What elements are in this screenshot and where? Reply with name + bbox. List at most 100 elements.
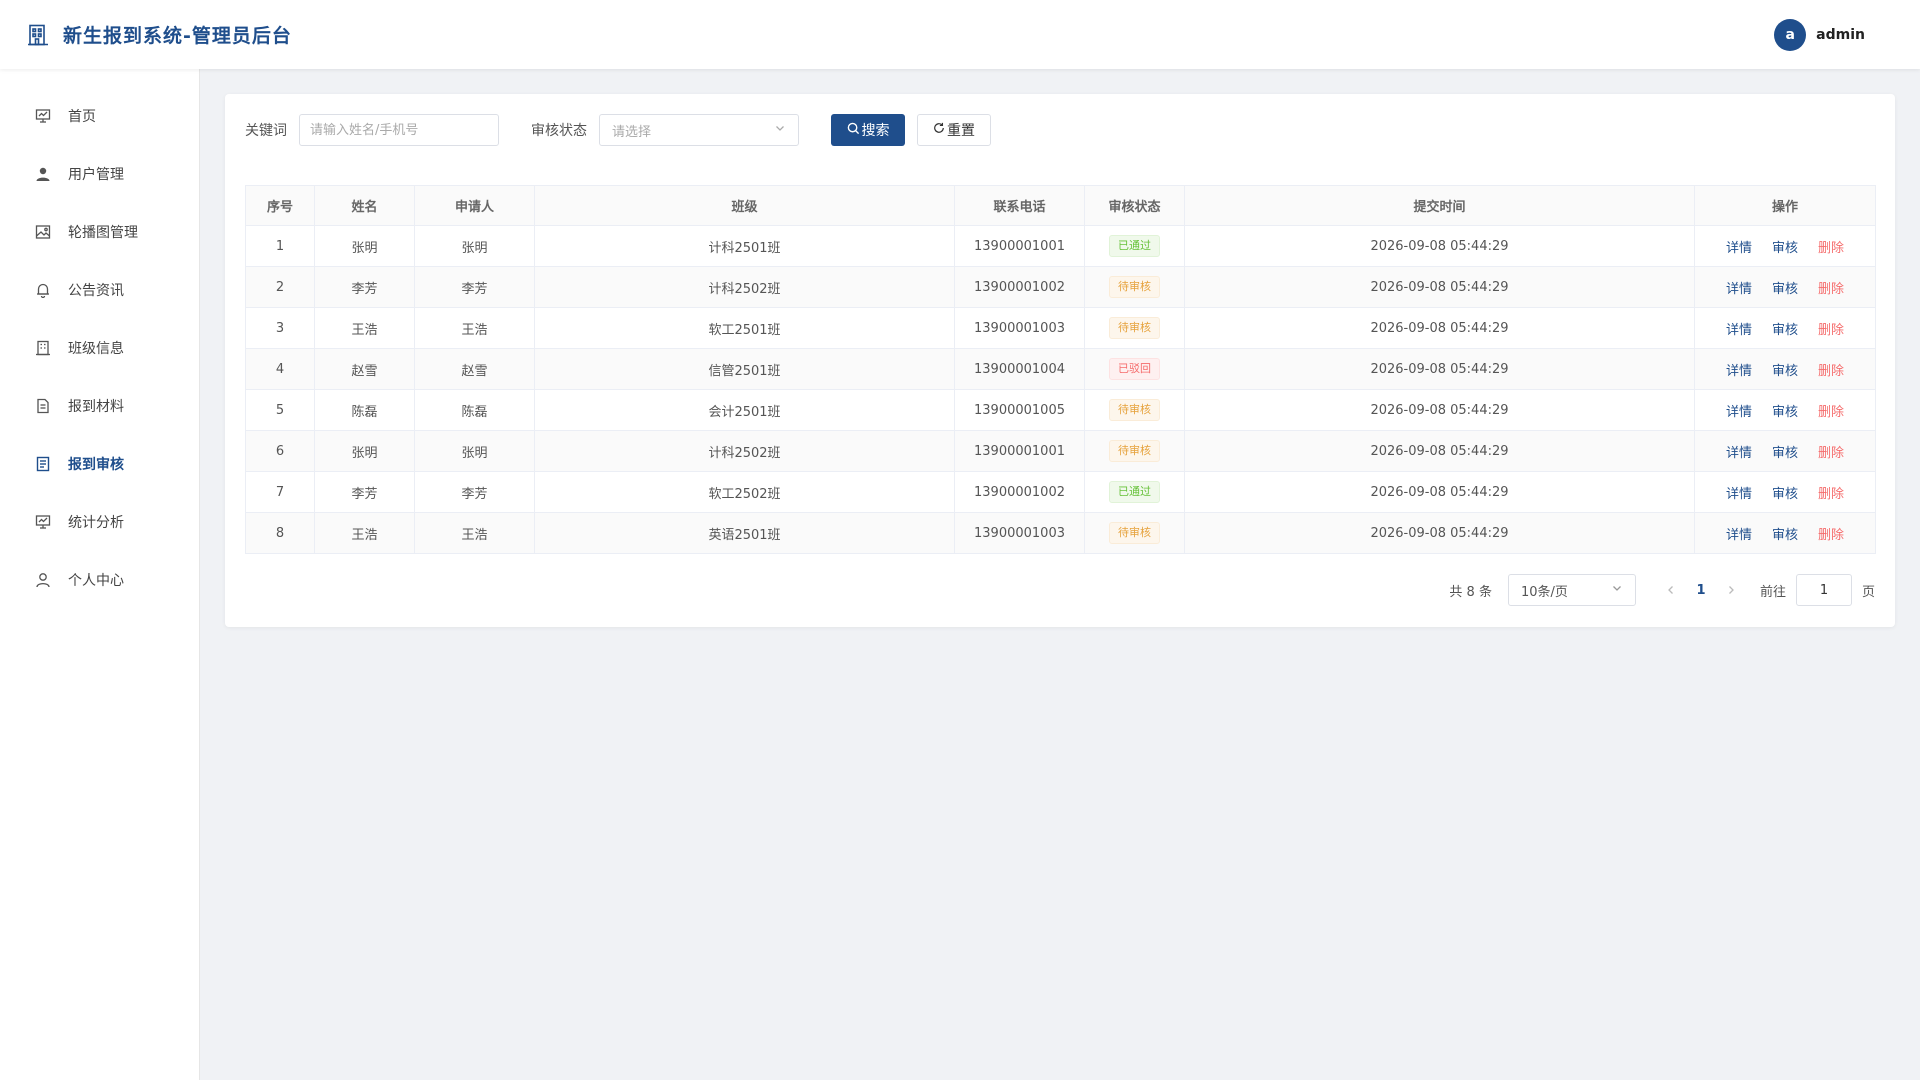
review-link[interactable]: 审核 bbox=[1772, 237, 1798, 256]
col-header-phone: 联系电话 bbox=[954, 185, 1085, 226]
table-row: 8 王浩 王浩 英语2501班 13900001003 待审核 2026-09-… bbox=[245, 512, 1876, 554]
cell-phone: 13900001003 bbox=[954, 512, 1085, 554]
cell-actions: 详情 审核 删除 bbox=[1694, 307, 1876, 349]
col-header-time: 提交时间 bbox=[1184, 185, 1695, 226]
sidebar-item-review[interactable]: 报到审核 bbox=[0, 435, 199, 493]
cell-class: 会计2501班 bbox=[534, 389, 955, 431]
cell-applicant: 张明 bbox=[414, 430, 535, 472]
page-size-select[interactable]: 10条/页 bbox=[1507, 574, 1636, 606]
detail-link[interactable]: 详情 bbox=[1726, 278, 1752, 297]
keyword-label: 关键词 bbox=[245, 123, 287, 139]
status-badge: 待审核 bbox=[1109, 440, 1160, 462]
cell-applicant: 赵雪 bbox=[414, 348, 535, 390]
table-row: 5 陈磊 陈磊 会计2501班 13900001005 待审核 2026-09-… bbox=[245, 389, 1876, 431]
building-logo-icon bbox=[25, 22, 51, 48]
cell-applicant: 王浩 bbox=[414, 512, 535, 554]
detail-link[interactable]: 详情 bbox=[1726, 401, 1752, 420]
document-check-icon bbox=[34, 455, 52, 473]
sidebar-item-label: 报到审核 bbox=[68, 457, 124, 473]
sidebar-item-home[interactable]: 首页 bbox=[0, 87, 199, 145]
page-number-current[interactable]: 1 bbox=[1686, 576, 1716, 604]
chevron-right-icon bbox=[1729, 586, 1734, 594]
delete-link[interactable]: 删除 bbox=[1818, 401, 1844, 420]
reset-button[interactable]: 重置 bbox=[917, 114, 991, 146]
sidebar-item-statistics[interactable]: 统计分析 bbox=[0, 493, 199, 551]
cell-index: 1 bbox=[245, 225, 315, 267]
status-select[interactable]: 请选择 bbox=[599, 114, 799, 146]
sidebar-item-classes[interactable]: 班级信息 bbox=[0, 319, 199, 377]
review-link[interactable]: 审核 bbox=[1772, 442, 1798, 461]
review-link[interactable]: 审核 bbox=[1772, 524, 1798, 543]
user-icon bbox=[34, 165, 52, 183]
cell-actions: 详情 审核 删除 bbox=[1694, 430, 1876, 472]
sidebar-item-carousel[interactable]: 轮播图管理 bbox=[0, 203, 199, 261]
avatar[interactable]: a bbox=[1774, 18, 1807, 51]
sidebar-item-users[interactable]: 用户管理 bbox=[0, 145, 199, 203]
review-link[interactable]: 审核 bbox=[1772, 360, 1798, 379]
cell-actions: 详情 审核 删除 bbox=[1694, 348, 1876, 390]
detail-link[interactable]: 详情 bbox=[1726, 360, 1752, 379]
cell-class: 英语2501班 bbox=[534, 512, 955, 554]
cell-class: 计科2502班 bbox=[534, 266, 955, 308]
prev-page-button[interactable] bbox=[1656, 576, 1686, 604]
delete-link[interactable]: 删除 bbox=[1818, 237, 1844, 256]
dashboard-icon bbox=[34, 107, 52, 125]
col-header-applicant: 申请人 bbox=[414, 185, 535, 226]
cell-index: 7 bbox=[245, 471, 315, 513]
cell-class: 计科2501班 bbox=[534, 225, 955, 267]
sidebar-item-label: 公告资讯 bbox=[68, 283, 124, 299]
col-header-name: 姓名 bbox=[314, 185, 415, 226]
status-badge: 已通过 bbox=[1109, 235, 1160, 257]
detail-link[interactable]: 详情 bbox=[1726, 237, 1752, 256]
document-icon bbox=[34, 397, 52, 415]
col-header-class: 班级 bbox=[534, 185, 955, 226]
delete-link[interactable]: 删除 bbox=[1818, 524, 1844, 543]
review-link[interactable]: 审核 bbox=[1772, 483, 1798, 502]
delete-link[interactable]: 删除 bbox=[1818, 360, 1844, 379]
cell-class: 信管2501班 bbox=[534, 348, 955, 390]
sidebar-item-materials[interactable]: 报到材料 bbox=[0, 377, 199, 435]
detail-link[interactable]: 详情 bbox=[1726, 483, 1752, 502]
user-outline-icon bbox=[34, 571, 52, 589]
cell-index: 2 bbox=[245, 266, 315, 308]
cell-status: 已通过 bbox=[1084, 471, 1185, 513]
sidebar-item-label: 个人中心 bbox=[68, 573, 124, 589]
bell-icon bbox=[34, 281, 52, 299]
cell-name: 李芳 bbox=[314, 471, 415, 513]
table-row: 2 李芳 李芳 计科2502班 13900001002 待审核 2026-09-… bbox=[245, 266, 1876, 308]
cell-actions: 详情 审核 删除 bbox=[1694, 512, 1876, 554]
cell-time: 2026-09-08 05:44:29 bbox=[1184, 307, 1695, 349]
sidebar-item-profile[interactable]: 个人中心 bbox=[0, 551, 199, 609]
goto-page-input[interactable] bbox=[1795, 574, 1852, 606]
sidebar-item-label: 统计分析 bbox=[68, 515, 124, 531]
delete-link[interactable]: 删除 bbox=[1818, 319, 1844, 338]
review-link[interactable]: 审核 bbox=[1772, 401, 1798, 420]
user-menu[interactable]: a admin bbox=[1774, 18, 1895, 51]
detail-link[interactable]: 详情 bbox=[1726, 524, 1752, 543]
review-link[interactable]: 审核 bbox=[1772, 319, 1798, 338]
cell-name: 陈磊 bbox=[314, 389, 415, 431]
detail-link[interactable]: 详情 bbox=[1726, 319, 1752, 338]
username[interactable]: admin bbox=[1816, 27, 1865, 43]
table-row: 4 赵雪 赵雪 信管2501班 13900001004 已驳回 2026-09-… bbox=[245, 348, 1876, 390]
goto-suffix: 页 bbox=[1861, 584, 1875, 600]
review-link[interactable]: 审核 bbox=[1772, 278, 1798, 297]
cell-name: 王浩 bbox=[314, 307, 415, 349]
delete-link[interactable]: 删除 bbox=[1818, 483, 1844, 502]
cell-time: 2026-09-08 05:44:29 bbox=[1184, 266, 1695, 308]
cell-index: 6 bbox=[245, 430, 315, 472]
keyword-input[interactable] bbox=[299, 114, 499, 146]
sidebar-item-announcements[interactable]: 公告资讯 bbox=[0, 261, 199, 319]
detail-link[interactable]: 详情 bbox=[1726, 442, 1752, 461]
delete-link[interactable]: 删除 bbox=[1818, 442, 1844, 461]
col-header-status: 审核状态 bbox=[1084, 185, 1185, 226]
cell-actions: 详情 审核 删除 bbox=[1694, 266, 1876, 308]
cell-phone: 13900001005 bbox=[954, 389, 1085, 431]
review-table: 序号 姓名 申请人 班级 联系电话 审核状态 提交时间 操作 1 张明 张明 计… bbox=[245, 185, 1876, 554]
delete-link[interactable]: 删除 bbox=[1818, 278, 1844, 297]
search-button[interactable]: 搜索 bbox=[831, 114, 905, 146]
cell-class: 软工2502班 bbox=[534, 471, 955, 513]
next-page-button[interactable] bbox=[1716, 576, 1746, 604]
sidebar-item-label: 用户管理 bbox=[68, 167, 124, 183]
cell-class: 计科2502班 bbox=[534, 430, 955, 472]
